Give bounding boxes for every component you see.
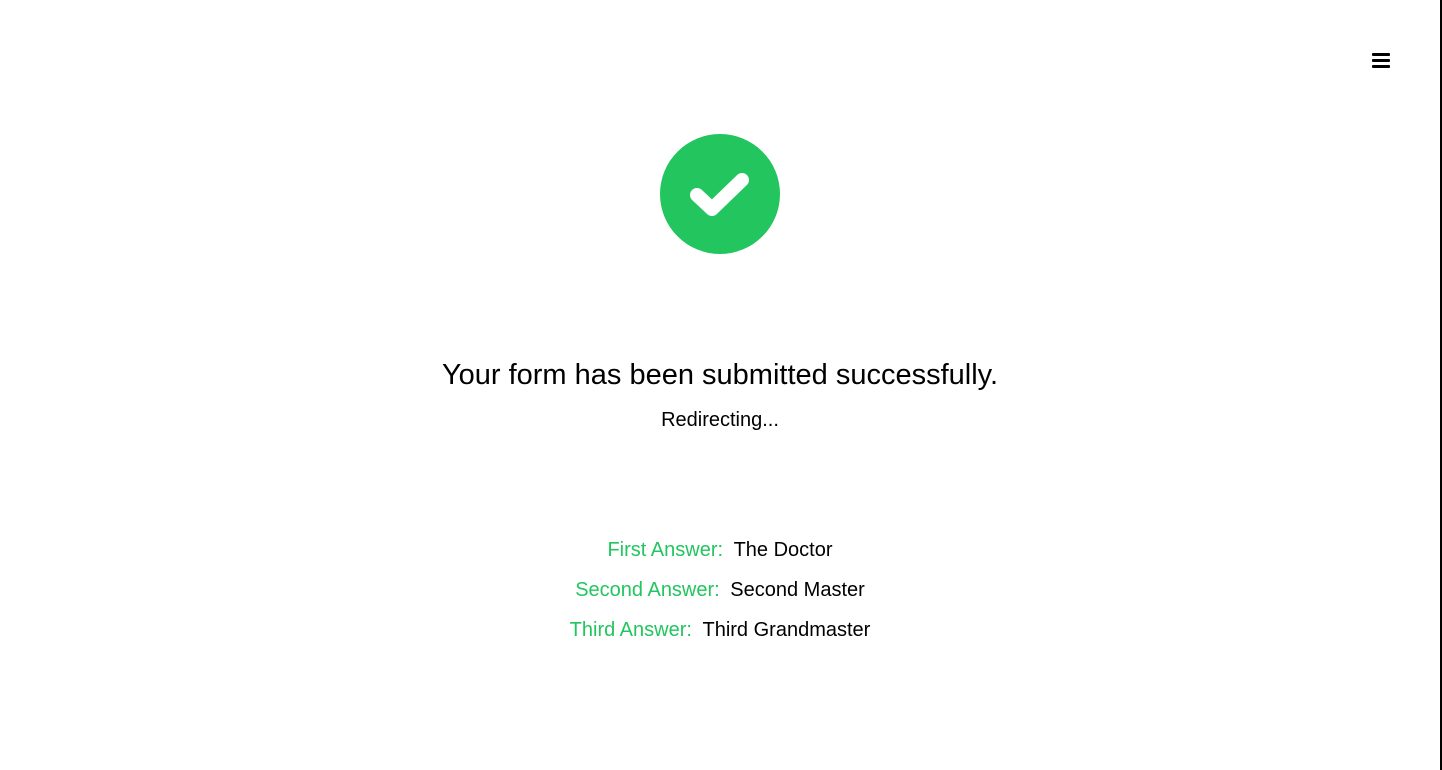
check-circle-icon: [660, 134, 780, 254]
answer-value: Third Grandmaster: [702, 619, 871, 641]
success-page: Your form has been submitted successfull…: [0, 0, 1442, 770]
redirecting-text: Redirecting...: [661, 409, 779, 431]
answer-row-second: Second Answer: Second Master: [0, 577, 1440, 617]
hamburger-menu-icon[interactable]: [1369, 50, 1393, 72]
answers-list: First Answer: The Doctor Second Answer: …: [0, 537, 1440, 657]
answer-label: Second Answer:: [575, 579, 720, 601]
menu-bar: [1372, 65, 1390, 68]
answer-label: Third Answer:: [569, 619, 692, 641]
answer-label: First Answer:: [607, 539, 724, 561]
menu-bar: [1372, 53, 1390, 56]
success-title: Your form has been submitted successfull…: [441, 359, 999, 391]
answer-value: The Doctor: [733, 539, 833, 561]
menu-bar: [1372, 59, 1390, 62]
answer-row-third: Third Answer: Third Grandmaster: [0, 617, 1440, 657]
answer-value: Second Master: [730, 579, 865, 601]
answer-row-first: First Answer: The Doctor: [0, 537, 1440, 577]
